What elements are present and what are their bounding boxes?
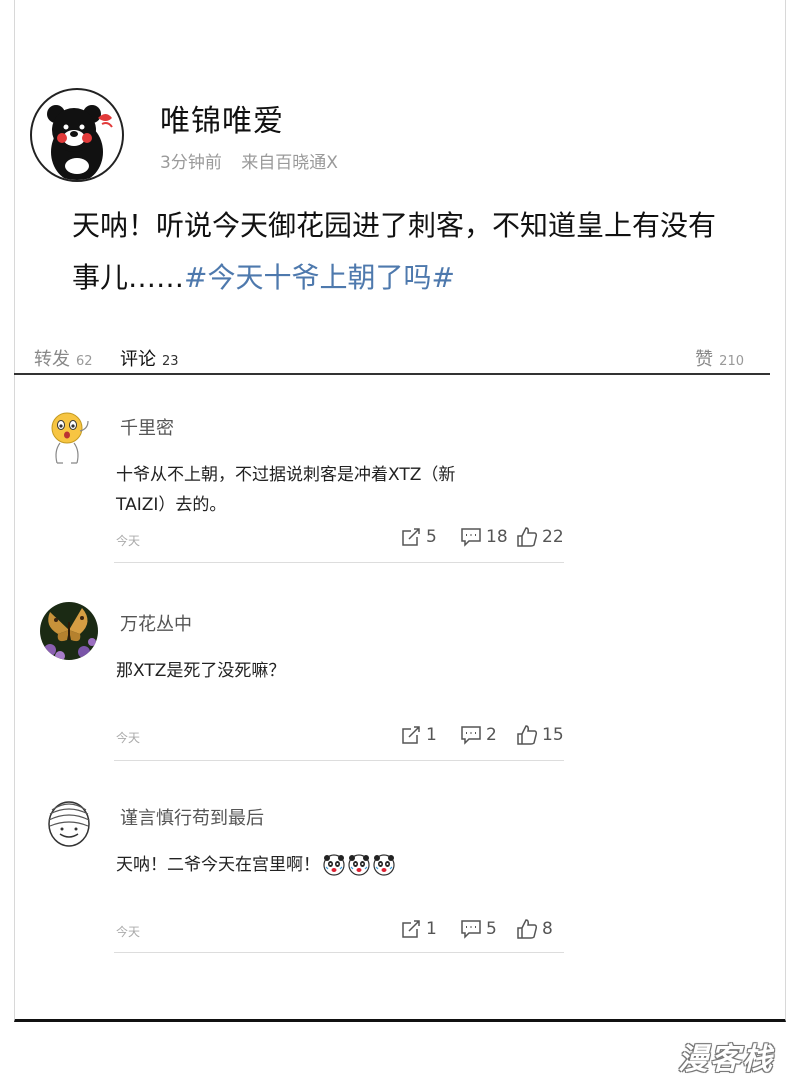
like-button[interactable]: 22 xyxy=(516,526,564,548)
watermark-text: 漫客栈 xyxy=(678,1042,774,1077)
post-body: 天呐！听说今天御花园进了刺客，不知道皇上有没有事儿……#今天十爷上朝了吗# xyxy=(72,200,732,304)
comment-icon xyxy=(461,528,481,547)
panda-shock-icon xyxy=(348,854,370,876)
repost-count: 1 xyxy=(426,919,437,939)
commenter-avatar[interactable] xyxy=(40,796,98,854)
tab-like[interactable]: 赞 210 xyxy=(695,345,744,371)
comment-divider xyxy=(114,760,564,761)
panda-shock-icon xyxy=(323,854,345,876)
comment-divider xyxy=(114,562,564,563)
commenter-name[interactable]: 谨言慎行苟到最后 xyxy=(120,804,264,830)
tab-like-count: 210 xyxy=(719,354,744,369)
repost-button[interactable]: 5 xyxy=(400,526,437,548)
tab-comment[interactable]: 评论 23 xyxy=(120,345,179,371)
tab-repost-label: 转发 xyxy=(34,349,70,370)
post-hashtag-link[interactable]: #今天十爷上朝了吗# xyxy=(184,261,455,294)
comment-text: 那XTZ是死了没死嘛？ xyxy=(116,661,286,681)
comment-text: 十爷从不上朝，不过据说刺客是冲着XTZ（新TAIZI）去的。 xyxy=(116,465,456,515)
surprised-emoji-icon xyxy=(51,412,89,464)
comment-body: 天呐！二爷今天在宫里啊！ xyxy=(116,850,496,880)
bear-mascot-icon xyxy=(47,105,113,180)
tabs-divider xyxy=(14,373,770,375)
author-avatar[interactable] xyxy=(30,88,124,182)
tab-comment-label: 评论 xyxy=(120,349,156,370)
comment-time: 今天 xyxy=(116,731,141,745)
post-tabs: 转发 62 评论 23 赞 210 xyxy=(34,345,744,373)
like-count: 8 xyxy=(542,919,553,939)
reply-button[interactable]: 18 xyxy=(460,526,508,548)
repost-icon xyxy=(402,726,420,744)
comment-icon xyxy=(461,726,481,745)
comment-icon xyxy=(461,920,481,939)
post-meta: 3分钟前 来自百晓通X xyxy=(160,148,338,173)
post-time: 3分钟前 xyxy=(160,153,222,173)
repost-count: 1 xyxy=(426,725,437,745)
comment-text: 天呐！二爷今天在宫里啊！ xyxy=(116,855,320,875)
tab-repost[interactable]: 转发 62 xyxy=(34,345,93,371)
comment-time: 今天 xyxy=(116,534,141,548)
butterfly-flower-icon xyxy=(40,602,98,660)
like-button[interactable]: 8 xyxy=(516,918,553,940)
reply-count: 5 xyxy=(486,919,497,939)
like-count: 15 xyxy=(542,725,564,745)
tab-like-label: 赞 xyxy=(695,349,714,370)
comment-time: 今天 xyxy=(116,925,141,939)
commenter-name[interactable]: 万花丛中 xyxy=(120,610,192,636)
reply-count: 18 xyxy=(486,527,508,547)
tab-repost-count: 62 xyxy=(76,354,93,369)
like-count: 22 xyxy=(542,527,564,547)
commenter-avatar[interactable] xyxy=(40,406,98,464)
thumbs-up-icon xyxy=(517,527,538,547)
tab-comment-count: 23 xyxy=(162,354,179,369)
reply-button[interactable]: 2 xyxy=(460,724,497,746)
like-button[interactable]: 15 xyxy=(516,724,564,746)
thumbs-up-icon xyxy=(517,725,538,745)
thumbs-up-icon xyxy=(517,919,538,939)
post-source: 来自百晓通X xyxy=(241,153,338,173)
repost-icon xyxy=(402,920,420,938)
watermark-logo: 漫客栈 xyxy=(652,1030,780,1078)
repost-icon xyxy=(402,528,420,546)
commenter-name[interactable]: 千里密 xyxy=(120,414,174,440)
post-author-name[interactable]: 唯锦唯爱 xyxy=(160,96,284,140)
repost-button[interactable]: 1 xyxy=(400,918,437,940)
comment-divider xyxy=(114,952,564,953)
panda-shock-icon xyxy=(373,854,395,876)
commenter-avatar[interactable] xyxy=(40,602,98,660)
reply-count: 2 xyxy=(486,725,497,745)
repost-button[interactable]: 1 xyxy=(400,724,437,746)
repost-count: 5 xyxy=(426,527,437,547)
bandaged-face-icon xyxy=(48,801,90,847)
reply-button[interactable]: 5 xyxy=(460,918,497,940)
